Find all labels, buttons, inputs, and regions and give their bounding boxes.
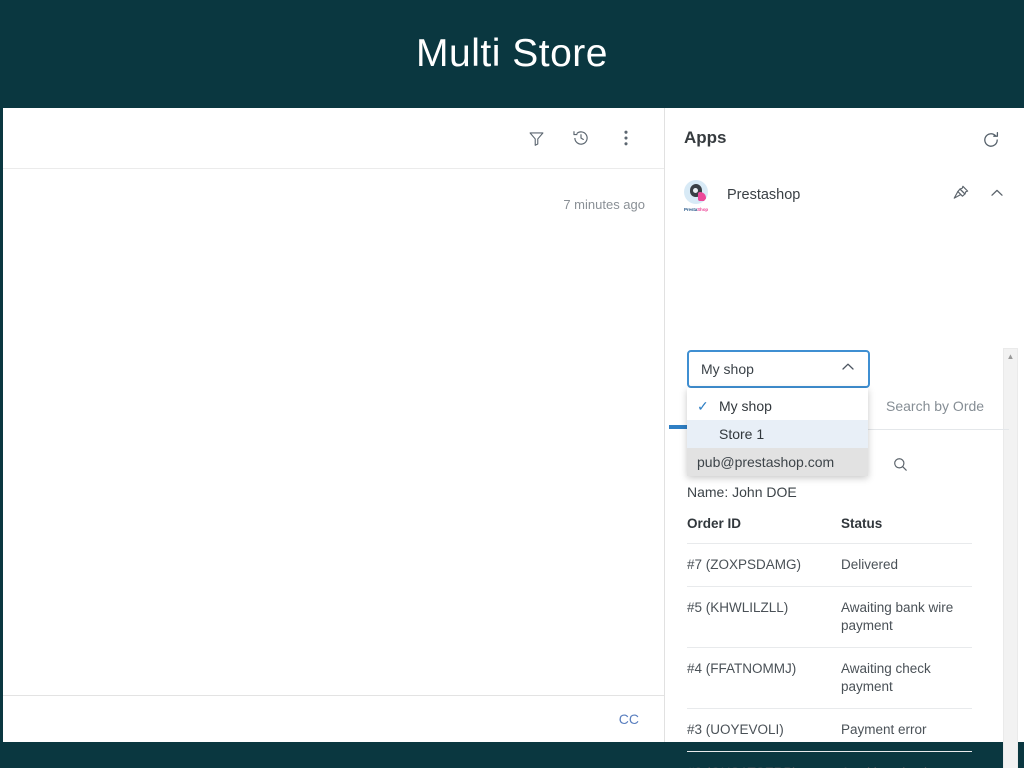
column-header-order-id: Order ID — [687, 516, 841, 544]
table-row[interactable]: #7 (ZOXPSDAMG) Delivered — [687, 544, 972, 587]
cell-status: Awaiting bank wire payment — [841, 587, 972, 648]
column-header-status: Status — [841, 516, 972, 544]
page-title: Multi Store — [416, 32, 608, 76]
logo-text-primary: Presta — [684, 207, 697, 212]
logo-text-secondary: Shop — [697, 207, 708, 212]
dropdown-option-label: My shop — [719, 398, 772, 414]
prestashop-logo-icon: PrestaShop — [681, 180, 711, 211]
cell-order-id: #7 (ZOXPSDAMG) — [687, 544, 841, 587]
cell-status: Awaiting check payment — [841, 648, 972, 709]
conversation-body: 7 minutes ago — [3, 169, 664, 695]
collapse-chevron-up-icon[interactable] — [989, 185, 1005, 206]
check-icon-placeholder: ✓ — [697, 426, 719, 443]
cc-link[interactable]: CC — [619, 711, 639, 727]
apps-scrollbar[interactable]: ▲ ▼ — [1003, 348, 1018, 768]
app-window: 7 minutes ago CC Apps — [0, 108, 1024, 742]
conversation-toolbar — [3, 108, 664, 169]
check-icon: ✓ — [697, 398, 719, 415]
cell-order-id: #5 (KHWLILZLL) — [687, 587, 841, 648]
cell-status: Delivered — [841, 544, 972, 587]
app-row-prestashop[interactable]: PrestaShop Prestashop — [665, 168, 1024, 222]
search-icon[interactable] — [892, 456, 909, 478]
dropdown-option-my-shop[interactable]: ✓ My shop — [687, 392, 868, 420]
cell-status: Awaiting check payment — [841, 752, 972, 768]
message-timestamp: 7 minutes ago — [563, 197, 645, 212]
cell-order-id: #4 (FFATNOMMJ) — [687, 648, 841, 709]
dropdown-option-label: Store 1 — [719, 426, 764, 442]
store-select[interactable]: My shop — [687, 350, 870, 388]
app-name-label: Prestashop — [727, 187, 800, 203]
cell-status: Payment error — [841, 709, 972, 752]
account-name: Name: John DOE — [687, 484, 797, 500]
table-row[interactable]: #3 (UOYEVOLI) Payment error — [687, 709, 972, 752]
title-banner: Multi Store — [0, 0, 1024, 108]
pin-icon[interactable] — [952, 184, 970, 207]
table-row[interactable]: #4 (FFATNOMMJ) Awaiting check payment — [687, 648, 972, 709]
search-input[interactable]: Search by Orde — [886, 398, 984, 414]
apps-pane: Apps PrestaShop — [665, 108, 1024, 742]
table-header-row: Order ID Status — [687, 516, 972, 544]
apps-title: Apps — [684, 128, 727, 148]
cell-order-id: #2 (OHSATSERP) — [687, 752, 841, 768]
refresh-icon[interactable] — [981, 130, 1003, 152]
orders-table: Order ID Status #7 (ZOXPSDAMG) Delivered… — [687, 516, 972, 768]
chevron-up-icon — [840, 359, 856, 380]
store-select-value: My shop — [701, 361, 840, 377]
more-options-icon[interactable] — [612, 124, 640, 152]
cell-order-id: #3 (UOYEVOLI) — [687, 709, 841, 752]
dropdown-footer-email: pub@prestashop.com — [687, 448, 868, 476]
apps-header: Apps — [665, 108, 1024, 168]
scrollbar-up-arrow-icon[interactable]: ▲ — [1004, 350, 1017, 363]
dropdown-option-store-1[interactable]: ✓ Store 1 — [687, 420, 868, 448]
conversation-footer: CC — [3, 695, 664, 742]
store-select-dropdown: ✓ My shop ✓ Store 1 pub@prestashop.com — [687, 388, 868, 476]
filter-icon[interactable] — [522, 124, 550, 152]
table-row[interactable]: #2 (OHSATSERP) Awaiting check payment — [687, 752, 972, 768]
history-icon[interactable] — [567, 124, 595, 152]
app-actions — [952, 168, 1005, 222]
screen-root: Multi Store — [0, 0, 1024, 768]
conversation-pane: 7 minutes ago CC — [3, 108, 665, 742]
table-row[interactable]: #5 (KHWLILZLL) Awaiting bank wire paymen… — [687, 587, 972, 648]
